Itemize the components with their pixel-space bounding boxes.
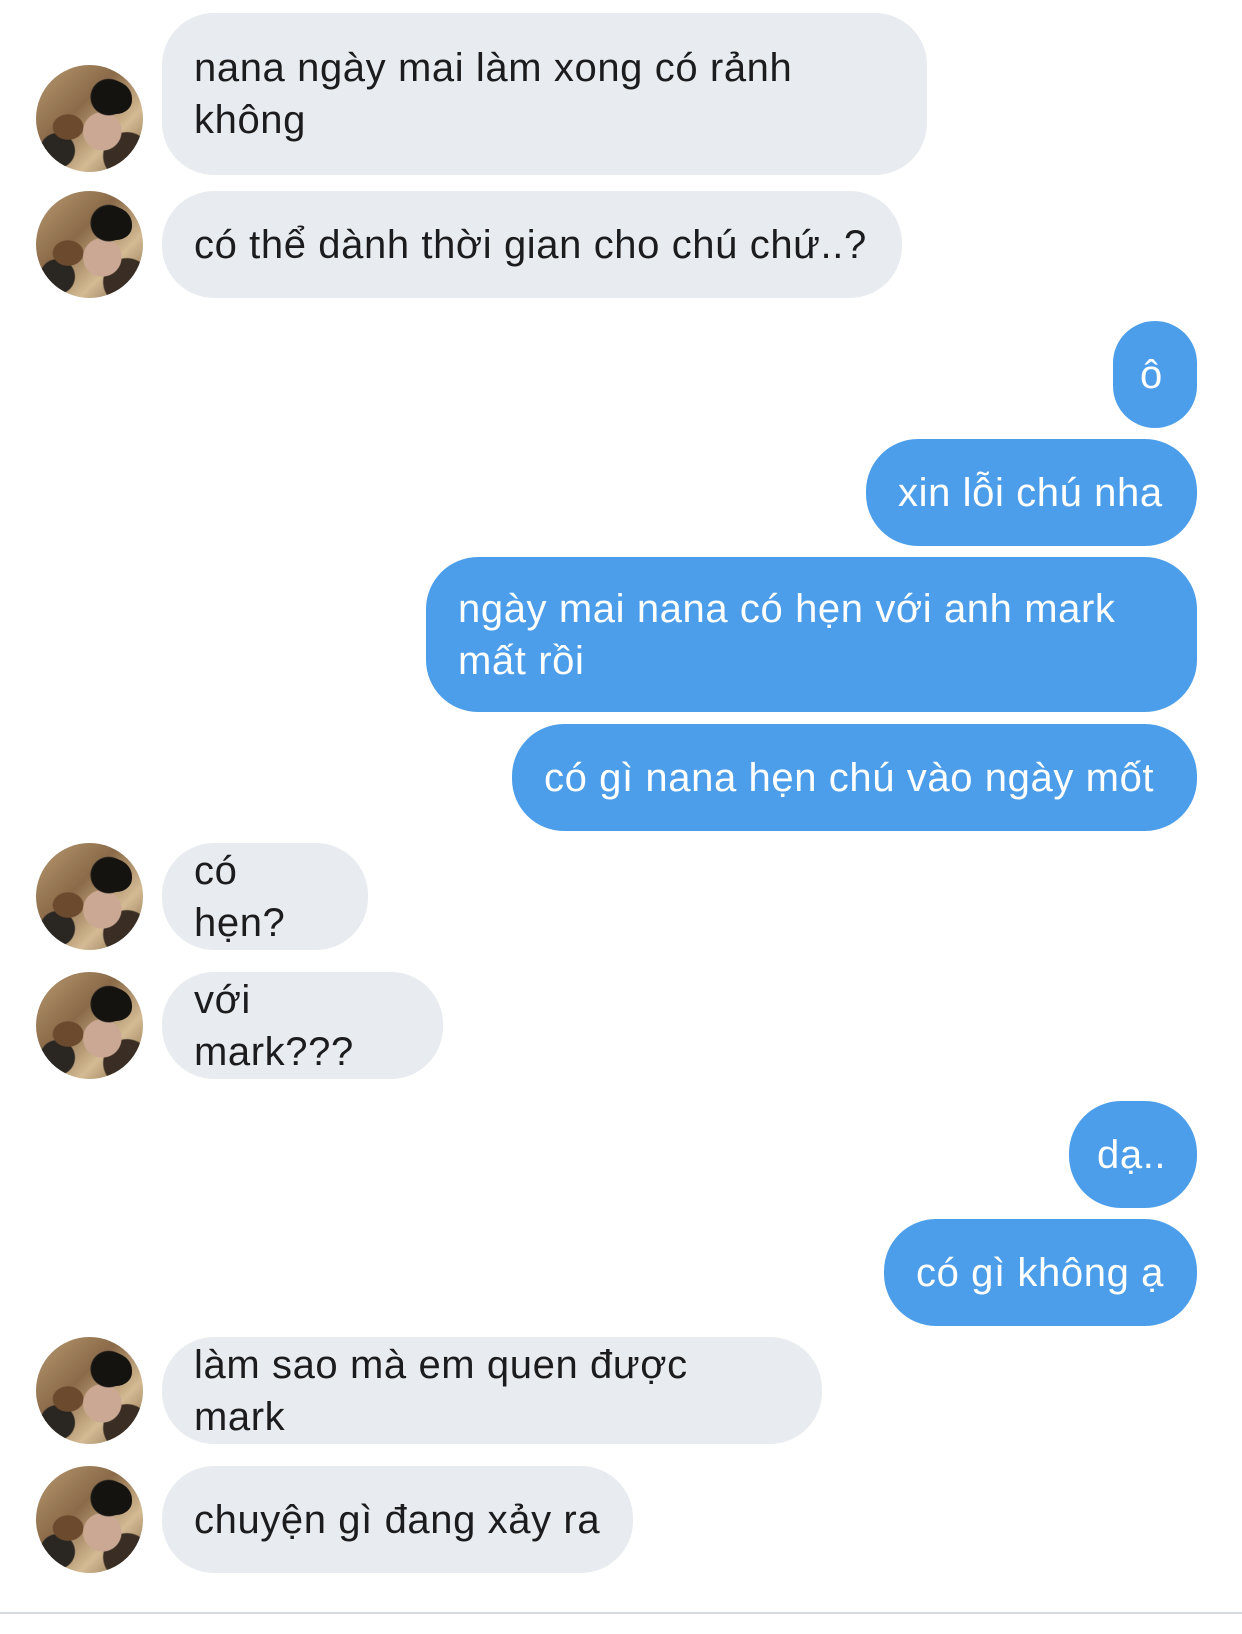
sender-avatar[interactable] xyxy=(36,191,143,298)
message-text: với mark??? xyxy=(194,977,354,1074)
message-text: có gì không ạ xyxy=(916,1250,1164,1295)
sender-avatar[interactable] xyxy=(36,972,143,1079)
incoming-message-bubble[interactable]: chuyện gì đang xảy ra xyxy=(162,1466,633,1573)
message-text: có thể dành thời gian cho chú chứ..? xyxy=(194,222,867,267)
message-text: ô xyxy=(1140,352,1163,397)
message-text: ngày mai nana có hẹn với anh mark mất rồ… xyxy=(458,586,1116,683)
outgoing-message-bubble[interactable]: ngày mai nana có hẹn với anh mark mất rồ… xyxy=(426,557,1197,712)
incoming-message-bubble[interactable]: làm sao mà em quen được mark xyxy=(162,1337,822,1444)
outgoing-message-bubble[interactable]: dạ.. xyxy=(1069,1101,1197,1208)
outgoing-message-bubble[interactable]: xin lỗi chú nha xyxy=(866,439,1197,546)
message-text: làm sao mà em quen được mark xyxy=(194,1342,700,1439)
message-text: xin lỗi chú nha xyxy=(898,470,1163,515)
divider xyxy=(0,1612,1242,1614)
incoming-message-bubble[interactable]: có hẹn? xyxy=(162,843,368,950)
sender-avatar[interactable] xyxy=(36,843,143,950)
sender-avatar[interactable] xyxy=(36,65,143,172)
message-text: nana ngày mai làm xong có rảnh không xyxy=(194,46,793,142)
outgoing-message-bubble[interactable]: ô xyxy=(1113,321,1197,428)
incoming-message-bubble[interactable]: nana ngày mai làm xong có rảnh không xyxy=(162,13,927,175)
sender-avatar[interactable] xyxy=(36,1466,143,1573)
outgoing-message-bubble[interactable]: có gì nana hẹn chú vào ngày mốt xyxy=(512,724,1197,831)
incoming-message-bubble[interactable]: với mark??? xyxy=(162,972,443,1079)
incoming-message-bubble[interactable]: có thể dành thời gian cho chú chứ..? xyxy=(162,191,902,298)
message-text: dạ.. xyxy=(1097,1132,1167,1177)
message-text: chuyện gì đang xảy ra xyxy=(194,1497,601,1542)
message-text: có gì nana hẹn chú vào ngày mốt xyxy=(544,755,1155,800)
outgoing-message-bubble[interactable]: có gì không ạ xyxy=(884,1219,1197,1326)
chat-thread: nana ngày mai làm xong có rảnh không có … xyxy=(0,0,1242,1634)
message-text: có hẹn? xyxy=(194,848,286,945)
sender-avatar[interactable] xyxy=(36,1337,143,1444)
